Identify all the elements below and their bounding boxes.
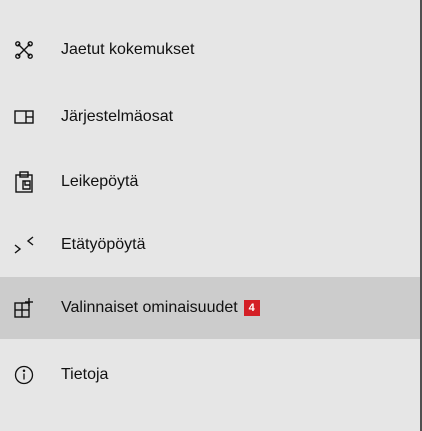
nav-item-label: Etätyöpöytä bbox=[61, 236, 146, 253]
nav-item-remote-desktop[interactable]: Etätyöpöytä bbox=[0, 214, 420, 276]
settings-nav-panel: Jaetut kokemukset Järjestelmäosat Leikep… bbox=[0, 0, 422, 431]
system-components-icon bbox=[12, 105, 36, 129]
nav-item-system-components[interactable]: Järjestelmäosat bbox=[0, 86, 420, 148]
nav-item-clipboard[interactable]: Leikepöytä bbox=[0, 151, 420, 213]
nav-item-label: Jaetut kokemukset bbox=[61, 41, 195, 58]
remote-desktop-icon bbox=[12, 233, 36, 257]
shared-experiences-icon bbox=[12, 38, 36, 62]
notification-badge: 4 bbox=[243, 300, 260, 316]
nav-item-shared-experiences[interactable]: Jaetut kokemukset bbox=[0, 19, 420, 81]
nav-item-optional-features[interactable]: Valinnaiset ominaisuudet 4 bbox=[0, 277, 420, 339]
nav-item-text: Valinnaiset ominaisuudet bbox=[61, 299, 238, 316]
nav-item-label: Valinnaiset ominaisuudet 4 bbox=[61, 299, 260, 317]
clipboard-icon bbox=[12, 170, 36, 194]
nav-item-about[interactable]: Tietoja bbox=[0, 344, 420, 406]
nav-item-label: Järjestelmäosat bbox=[61, 108, 174, 125]
nav-item-label: Leikepöytä bbox=[61, 173, 139, 190]
nav-item-label: Tietoja bbox=[61, 366, 109, 383]
info-icon bbox=[12, 363, 36, 387]
optional-features-icon bbox=[12, 296, 36, 320]
